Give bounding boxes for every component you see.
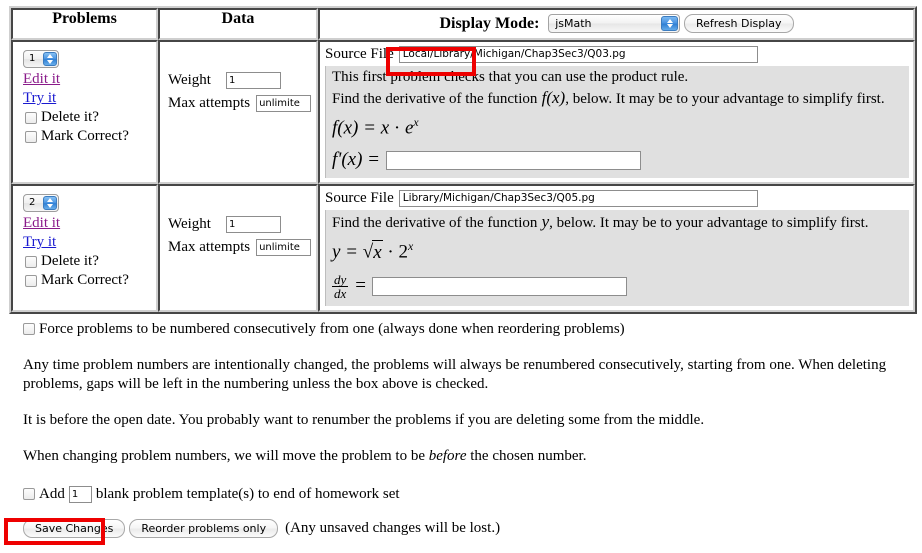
display-mode-label: Display Mode:: [439, 14, 540, 32]
source-file-input-1[interactable]: Local/Library/Michigan/Chap3Sec3/Q03.pg: [398, 46, 758, 63]
select-updown-arrows-icon: [661, 16, 679, 31]
add-templates-suffix: blank problem template(s) to end of home…: [95, 485, 400, 502]
unsaved-changes-note: (Any unsaved changes will be lost.): [285, 519, 501, 536]
delete-it-row-2[interactable]: Delete it?: [25, 252, 156, 271]
display-mode-cell: Display Mode: jsMath Refresh Display: [318, 8, 915, 40]
homework-editor-page: Problems Data Display Mode: jsMath Refre…: [0, 0, 922, 538]
table-row: 1 Edit it Try it Delete it? Mark Correct…: [11, 40, 915, 185]
answer-label-1: f'(x) =: [332, 149, 381, 171]
problem-equation-2: y = √x · 2x: [332, 239, 414, 263]
renumber-explanation-paragraph: Any time problem numbers are intentional…: [23, 356, 887, 392]
action-buttons-row: Save Changes Reorder problems only (Any …: [23, 518, 904, 538]
force-renumber-checkbox[interactable]: [23, 322, 35, 335]
problem-data-cell-1: Weight 1 Max attempts unlimite: [158, 40, 318, 185]
weight-label-1: Weight: [168, 72, 211, 88]
answer-label-numerator-2: dy: [334, 271, 347, 287]
max-attempts-row-2: Max attempts unlimite: [168, 239, 316, 257]
answer-row-1: f'(x) =: [332, 148, 903, 172]
weight-row-2: Weight 1: [168, 216, 316, 234]
problem-number-value-2: 2: [29, 197, 36, 209]
add-templates-row: Add 1 blank problem template(s) to end o…: [23, 485, 904, 503]
problem-display-cell-1: Source File Local/Library/Michigan/Chap3…: [318, 40, 915, 185]
delete-it-label-2: Delete it?: [41, 253, 99, 270]
source-file-input-2[interactable]: Library/Michigan/Chap3Sec3/Q05.pg: [398, 190, 758, 208]
problem-display-cell-2: Source File Library/Michigan/Chap3Sec3/Q…: [318, 184, 915, 312]
open-date-paragraph: It is before the open date. You probably…: [23, 411, 705, 428]
edit-it-link-1[interactable]: Edit it: [23, 70, 156, 89]
move-before-emphasis: before: [428, 447, 467, 464]
save-changes-button[interactable]: Save Changes: [23, 518, 126, 538]
problem-prompt-2: Find the derivative of the function y, b…: [332, 212, 869, 232]
prompt-pre-1: Find the derivative of the function: [332, 91, 538, 107]
delete-it-checkbox-2[interactable]: [25, 255, 37, 268]
source-file-label-1: Source File: [325, 46, 394, 62]
prompt-post-1: , below. It may be to your advantage to …: [565, 91, 885, 107]
problems-table: Problems Data Display Mode: jsMath Refre…: [9, 6, 917, 314]
prompt-post-2: , below. It may be to your advantage to …: [549, 215, 869, 232]
answer-row-2: dy dx =: [332, 273, 903, 300]
delete-it-row-1[interactable]: Delete it?: [25, 108, 156, 127]
problem-controls-cell-1: 1 Edit it Try it Delete it? Mark Correct…: [11, 40, 158, 185]
delete-it-checkbox-1[interactable]: [25, 111, 37, 124]
problem-intro-1: This first problem checks that you can u…: [332, 69, 689, 85]
problem-equation-1: f(x) = x · ex: [332, 116, 419, 139]
try-it-link-2[interactable]: Try it: [23, 233, 156, 252]
problem-preview-1: This first problem checks that you can u…: [325, 66, 909, 179]
max-attempts-input-1[interactable]: unlimite: [256, 95, 312, 112]
force-renumber-label: Force problems to be numbered consecutiv…: [39, 320, 625, 337]
problem-controls-cell-2: 2 Edit it Try it Delete it? Mark Correct…: [11, 184, 158, 312]
answer-equals-sign-2: =: [355, 275, 366, 297]
problem-prompt-1: Find the derivative of the function f(x)…: [332, 88, 885, 107]
reorder-problems-only-button[interactable]: Reorder problems only: [129, 518, 279, 538]
problem-number-select-1[interactable]: 1: [23, 50, 59, 68]
move-before-pre: When changing problem numbers, we will m…: [23, 447, 429, 464]
options-section: Force problems to be numbered consecutiv…: [9, 319, 913, 538]
mark-correct-label-2: Mark Correct?: [41, 272, 129, 289]
weight-label-2: Weight: [168, 216, 211, 233]
move-before-paragraph: When changing problem numbers, we will m…: [23, 447, 899, 466]
answer-input-2[interactable]: [372, 276, 627, 296]
prompt-pre-2: Find the derivative of the function: [332, 215, 538, 232]
display-mode-select[interactable]: jsMath: [548, 14, 681, 33]
weight-input-1[interactable]: 1: [225, 72, 281, 89]
add-templates-prefix: Add: [39, 485, 65, 502]
answer-label-2: dy dx: [332, 271, 349, 301]
max-attempts-label-2: Max attempts: [168, 239, 251, 256]
column-header-problems: Problems: [11, 8, 158, 40]
weight-input-2[interactable]: 1: [225, 216, 281, 234]
problem-preview-2: Find the derivative of the function y, b…: [325, 210, 909, 306]
updown-stepper-icon: [43, 196, 57, 211]
max-attempts-input-2[interactable]: unlimite: [256, 239, 312, 257]
mark-correct-row-2[interactable]: Mark Correct?: [25, 271, 156, 290]
updown-stepper-icon: [43, 52, 57, 66]
max-attempts-row-1: Max attempts unlimite: [168, 95, 316, 112]
weight-row-1: Weight 1: [168, 72, 316, 89]
add-templates-checkbox[interactable]: [23, 488, 35, 501]
refresh-display-button[interactable]: Refresh Display: [683, 14, 794, 33]
problem-number-select-2[interactable]: 2: [23, 194, 59, 213]
answer-input-1[interactable]: [386, 150, 642, 170]
table-header-row: Problems Data Display Mode: jsMath Refre…: [11, 8, 915, 40]
move-before-post: the chosen number.: [466, 447, 587, 464]
add-templates-count-input[interactable]: 1: [68, 485, 92, 503]
mark-correct-label-1: Mark Correct?: [41, 128, 129, 144]
edit-it-link-2[interactable]: Edit it: [23, 214, 156, 233]
mark-correct-checkbox-2[interactable]: [25, 274, 37, 287]
try-it-link-1[interactable]: Try it: [23, 89, 156, 108]
display-mode-selected-value: jsMath: [555, 17, 592, 30]
mark-correct-checkbox-1[interactable]: [25, 130, 37, 143]
problem-number-value-1: 1: [29, 53, 36, 64]
column-header-data: Data: [158, 8, 318, 40]
force-renumber-row[interactable]: Force problems to be numbered consecutiv…: [23, 319, 904, 339]
problem-data-cell-2: Weight 1 Max attempts unlimite: [158, 184, 318, 312]
max-attempts-label-1: Max attempts: [168, 95, 251, 111]
source-file-row-2: Source File Library/Michigan/Chap3Sec3/Q…: [325, 190, 909, 208]
delete-it-label-1: Delete it?: [41, 109, 99, 125]
source-file-label-2: Source File: [325, 190, 394, 207]
table-row: 2 Edit it Try it Delete it? Mark Correct…: [11, 184, 915, 312]
source-file-row-1: Source File Local/Library/Michigan/Chap3…: [325, 46, 909, 63]
answer-label-denominator-2: dx: [332, 285, 349, 301]
mark-correct-row-1[interactable]: Mark Correct?: [25, 127, 156, 146]
